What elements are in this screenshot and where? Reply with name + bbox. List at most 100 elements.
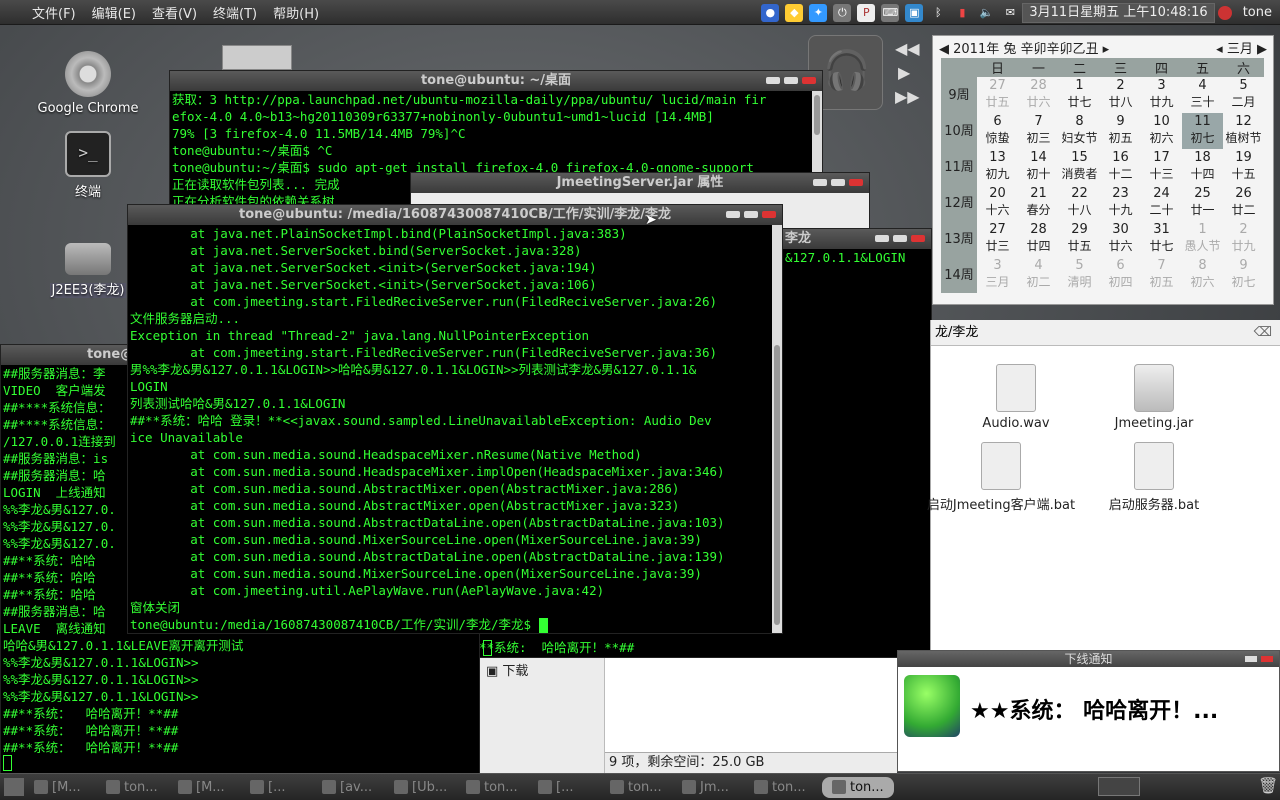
calendar-day[interactable]: 8 初六 [1182, 257, 1223, 293]
calendar-day[interactable]: 7 初五 [1141, 257, 1182, 293]
maximize-button[interactable] [893, 235, 907, 242]
menu-file[interactable]: 文件(F) [24, 3, 84, 22]
minimize-button[interactable] [813, 179, 827, 186]
taskbar-button[interactable]: [Ub... [390, 777, 460, 798]
maximize-button[interactable] [831, 179, 845, 186]
calendar-day[interactable]: 18 十四 [1182, 149, 1223, 185]
user-menu[interactable]: tone [1235, 5, 1280, 20]
calendar-day[interactable]: 8 妇女节 [1059, 113, 1100, 149]
window-titlebar[interactable]: JmeetingServer.jar 属性 [411, 173, 869, 193]
calendar-day[interactable]: 5 清明 [1059, 257, 1100, 293]
taskbar-button[interactable]: ton... [822, 776, 894, 798]
calendar-day[interactable]: 14 初十 [1018, 149, 1059, 185]
file-item[interactable]: 启动Jmeeting客户端.bat [926, 442, 1076, 513]
calendar-day[interactable]: 4 初二 [1018, 257, 1059, 293]
taskbar-button[interactable]: [... [246, 777, 316, 798]
close-button[interactable] [802, 77, 816, 84]
calendar-day[interactable]: 6 初四 [1100, 257, 1141, 293]
calendar-day[interactable]: 22 十八 [1059, 185, 1100, 221]
calendar-day[interactable]: 1 愚人节 [1182, 221, 1223, 257]
calendar-day[interactable]: 15 消费者 [1059, 149, 1100, 185]
calendar-day[interactable]: 1 廿七 [1059, 77, 1100, 113]
p-icon[interactable]: P [857, 3, 876, 22]
calendar-day[interactable]: 3 廿九 [1141, 77, 1182, 113]
power-icon[interactable]: ⏻ [833, 3, 852, 22]
calendar-day[interactable]: 27 廿五 [977, 77, 1018, 113]
window-titlebar[interactable]: tone@ubuntu: /media/16087430087410CB/工作/… [128, 205, 782, 225]
location-bar[interactable]: 龙/李龙 ⌫ [931, 320, 1280, 346]
bluetooth-icon[interactable]: ᛒ [929, 4, 947, 22]
year-nav[interactable]: ◀ 2011年 兔 辛卯辛卯乙丑 ▸ [939, 38, 1109, 57]
calendar-day[interactable]: 27 廿三 [977, 221, 1018, 257]
desktop-icon-chrome[interactable]: Google Chrome [33, 51, 143, 116]
trash-icon[interactable]: 🗑 [1258, 776, 1278, 795]
keyboard-icon[interactable]: ⌨ [881, 3, 900, 22]
minimize-button[interactable] [726, 211, 740, 218]
file-item[interactable]: Jmeeting.jar [1079, 364, 1229, 431]
offline-notification[interactable]: 下线通知 ★★系统： 哈哈离开！... [897, 650, 1280, 772]
terminal-output[interactable]: at java.net.PlainSocketImpl.bind(PlainSo… [128, 225, 772, 633]
sidebar-item-downloads[interactable]: ▣ 下载 [480, 658, 604, 681]
file-manager-window[interactable]: 龙/李龙 ⌫ Audio.wav Jmeeting.jar 启动Jmeeting客… [927, 320, 1280, 650]
play-icon[interactable]: ▶ [898, 63, 910, 82]
calendar-day[interactable]: 24 二十 [1141, 185, 1182, 221]
maximize-button[interactable] [784, 77, 798, 84]
battery-icon[interactable]: ▮ [953, 4, 971, 22]
taskbar-button[interactable]: ton... [750, 777, 820, 798]
taskbar-button[interactable]: ton... [102, 777, 172, 798]
menu-view[interactable]: 查看(V) [144, 3, 205, 22]
month-nav[interactable]: ◂ 三月 ▶ [1216, 38, 1267, 57]
next-icon[interactable]: ▶▶ [895, 87, 920, 106]
app-icon[interactable]: ● [761, 3, 780, 22]
calendar-day[interactable]: 23 十九 [1100, 185, 1141, 221]
taskbar-button[interactable]: ton... [462, 777, 532, 798]
minimize-button[interactable] [875, 235, 889, 242]
minimize-button[interactable] [1245, 656, 1257, 662]
calendar-day[interactable]: 19 十五 [1223, 149, 1264, 185]
workspace-switcher[interactable] [1098, 777, 1140, 796]
file-item[interactable]: Audio.wav [941, 364, 1091, 431]
minimize-button[interactable] [766, 77, 780, 84]
menu-terminal[interactable]: 终端(T) [205, 3, 265, 22]
calendar-day[interactable]: 28 廿六 [1018, 77, 1059, 113]
maximize-button[interactable] [744, 211, 758, 218]
mail-icon[interactable]: ✉ [1001, 4, 1019, 22]
close-button[interactable] [849, 179, 863, 186]
show-desktop-icon[interactable] [4, 778, 24, 796]
calendar-day[interactable]: 6 惊蛰 [977, 113, 1018, 149]
calendar-day[interactable]: 26 廿二 [1223, 185, 1264, 221]
close-button[interactable] [911, 235, 925, 242]
file-item[interactable]: 启动服务器.bat [1079, 442, 1229, 513]
next-year-icon[interactable]: ▸ [1099, 42, 1110, 57]
previous-icon[interactable]: ◀◀ [895, 39, 920, 58]
close-button[interactable] [762, 211, 776, 218]
calendar-day[interactable]: 30 廿六 [1100, 221, 1141, 257]
calendar-day[interactable]: 5 二月 [1223, 77, 1264, 113]
next-month-icon[interactable]: ▶ [1253, 42, 1267, 57]
scrollbar-thumb[interactable] [814, 95, 820, 135]
calendar-day[interactable]: 4 三十 [1182, 77, 1223, 113]
calendar-day[interactable]: 7 初三 [1018, 113, 1059, 149]
scrollbar[interactable] [772, 225, 782, 633]
calendar-day[interactable]: 3 三月 [977, 257, 1018, 293]
main-terminal-window[interactable]: tone@ubuntu: /media/16087430087410CB/工作/… [127, 204, 783, 634]
calendar-day[interactable]: 21 春分 [1018, 185, 1059, 221]
calendar-day[interactable]: 2 廿八 [1100, 77, 1141, 113]
calendar-day[interactable]: 28 廿四 [1018, 221, 1059, 257]
calendar-day[interactable]: 17 十三 [1141, 149, 1182, 185]
calendar-day[interactable]: 16 十二 [1100, 149, 1141, 185]
menu-help[interactable]: 帮助(H) [265, 3, 327, 22]
prev-month-icon[interactable]: ◂ [1216, 42, 1227, 57]
window-titlebar[interactable]: tone@ubuntu: ~/桌面 [170, 71, 822, 91]
taskbar-button[interactable]: [M... [174, 777, 244, 798]
calendar-day[interactable]: 12 植树节 [1223, 113, 1264, 149]
close-button[interactable] [1261, 656, 1273, 662]
scrollbar-thumb[interactable] [774, 345, 780, 625]
menu-edit[interactable]: 编辑(E) [84, 3, 144, 22]
taskbar-button[interactable]: ton... [606, 777, 676, 798]
calendar-day[interactable]: 29 廿五 [1059, 221, 1100, 257]
clock[interactable]: 3月11日星期五 上午10:48:16 [1022, 2, 1215, 23]
calendar-day[interactable]: 25 廿一 [1182, 185, 1223, 221]
window-icon[interactable]: ▣ [905, 3, 924, 22]
taskbar-button[interactable]: [M... [30, 777, 100, 798]
